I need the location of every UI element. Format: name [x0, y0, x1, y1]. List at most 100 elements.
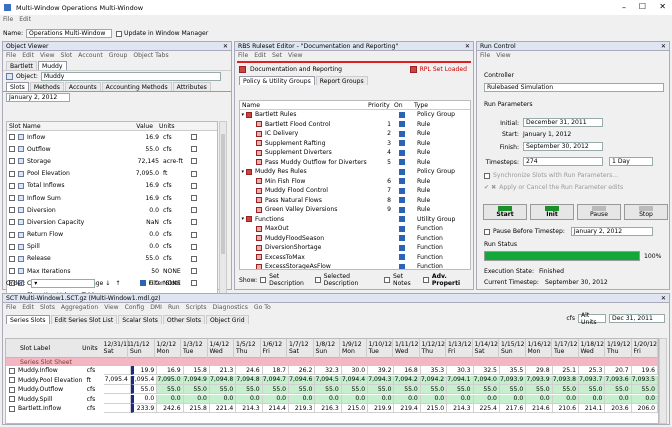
tab-methods[interactable]: Methods	[29, 82, 64, 91]
start-button[interactable]: Start	[483, 204, 527, 220]
series-cell[interactable]: 55.0	[341, 385, 369, 395]
rule-on-checkbox[interactable]	[399, 206, 405, 213]
series-cell[interactable]: 55.0	[236, 385, 263, 395]
series-cell[interactable]: 0.0	[315, 394, 342, 404]
series-cell[interactable]: 206.0	[631, 404, 658, 414]
menu-file[interactable]: File	[3, 16, 13, 23]
timesteps-input[interactable]: 274	[523, 157, 603, 166]
series-cell[interactable]: 7,094.0	[473, 375, 500, 385]
tab-report-groups[interactable]: Report Groups	[315, 76, 368, 85]
slot-row-checkbox[interactable]	[9, 170, 15, 177]
rule-on-checkbox[interactable]	[399, 159, 405, 166]
date-header[interactable]: 1/6/12 Fri	[261, 339, 287, 358]
sct-menu-file[interactable]: File	[6, 304, 16, 311]
tab-accounts[interactable]: Accounts	[64, 82, 101, 91]
rule-on-checkbox[interactable]	[399, 197, 405, 204]
slot-row[interactable]: Inflow Sum 16.9 cfs	[7, 192, 217, 204]
rule-row[interactable]: ExcessStorageAsFlow Function	[240, 262, 470, 269]
date-header[interactable]: 1/1/12 Sun	[128, 339, 155, 358]
series-cell[interactable]: 55.0	[209, 385, 237, 395]
rule-row[interactable]: Green Valley Diversions 9 Rule	[240, 205, 470, 215]
series-cell[interactable]: 7,093.9	[499, 375, 527, 385]
expand-icon[interactable]: ▾	[240, 169, 244, 175]
rule-on-checkbox[interactable]	[399, 130, 405, 137]
series-slot-label[interactable]: Muddy.Pool Elevation	[18, 377, 85, 384]
series-cell[interactable]: 0.0	[473, 394, 500, 404]
rule-on-checkbox[interactable]	[399, 149, 405, 156]
series-cell[interactable]: 7,094.2	[420, 375, 448, 385]
series-cell[interactable]: 20.7	[605, 366, 632, 376]
series-cell[interactable]: 7,094.4	[341, 375, 369, 385]
slot-row-checkbox[interactable]	[9, 134, 15, 141]
series-cell[interactable]: 18.7	[262, 366, 290, 376]
date-header[interactable]: 1/20/12 Fri	[632, 339, 658, 358]
slot-scrollbar[interactable]	[219, 121, 227, 301]
series-slot-label[interactable]: Muddy.Inflow	[18, 367, 85, 374]
series-cell[interactable]: 0.0	[394, 394, 421, 404]
series-cell[interactable]: 55.0	[552, 385, 579, 395]
slot-row-checkbox[interactable]	[9, 231, 15, 238]
minimize-button[interactable]: –	[622, 3, 626, 12]
sct-menu-aggregation[interactable]: Aggregation	[61, 304, 98, 311]
slot-flag-icon[interactable]	[191, 182, 197, 189]
controller-select[interactable]: Rulebased Simulation	[484, 83, 664, 92]
series-cell[interactable]: 219.9	[368, 404, 395, 414]
series-cell[interactable]: 55.0	[473, 385, 500, 395]
series-cell[interactable]: 30.0	[341, 366, 369, 376]
slot-row-checkbox[interactable]	[9, 158, 15, 165]
maximize-button[interactable]: ☐	[639, 2, 646, 11]
date-header[interactable]: 1/3/12 Tue	[181, 339, 208, 358]
panel-close-icon[interactable]: ✕	[661, 43, 666, 50]
series-cell[interactable]: 242.6	[157, 404, 184, 414]
slot-flag-icon[interactable]	[191, 268, 197, 275]
series-cell[interactable]: 24.6	[236, 366, 263, 376]
series-cell[interactable]: 0.0	[605, 394, 632, 404]
show-adv-properties-checkbox[interactable]	[422, 277, 429, 283]
series-cell[interactable]: 233.9	[130, 404, 158, 414]
rule-on-checkbox[interactable]	[399, 121, 405, 128]
date-header[interactable]: 1/7/12 Sat	[287, 339, 314, 358]
series-cell[interactable]: 0.0	[368, 394, 395, 404]
series-cell[interactable]: 7,093.9	[526, 375, 553, 385]
rule-row[interactable]: ExcessToMax Function	[240, 253, 470, 263]
rule-row[interactable]: Min Fish Flow 6 Rule	[240, 177, 470, 187]
apply-icon[interactable]: ✔	[484, 184, 489, 191]
series-row-checkbox[interactable]	[9, 367, 15, 374]
slot-row[interactable]: Max Iterations 50 NONE	[7, 265, 217, 277]
menu-edit[interactable]: Edit	[19, 16, 31, 23]
slot-flag-icon[interactable]	[191, 219, 197, 226]
series-cell[interactable]: 7,095.0	[157, 375, 184, 385]
series-cell[interactable]: 26.2	[289, 366, 316, 376]
initial-input[interactable]: December 31, 2011	[523, 118, 603, 127]
date-header[interactable]: 1/4/12 Wed	[208, 339, 234, 358]
slot-row[interactable]: Diversion Capacity NaN cfs	[7, 216, 217, 228]
series-cell[interactable]: 7,094.1	[447, 375, 474, 385]
series-cell[interactable]: 0.0	[183, 394, 210, 404]
date-header[interactable]: 1/19/12 Thu	[605, 339, 632, 358]
panel-close-icon[interactable]: ✕	[661, 295, 666, 302]
series-cell[interactable]: 7,093.6	[605, 375, 632, 385]
series-cell[interactable]: 215.0	[420, 404, 448, 414]
rule-row[interactable]: Pass Muddy Outflow for Diverters 5 Rule	[240, 158, 470, 168]
show-set-description-checkbox[interactable]	[260, 277, 267, 283]
slot-flag-icon[interactable]	[191, 207, 197, 214]
grid-scrollbar[interactable]	[659, 338, 667, 424]
series-cell[interactable]: 7,095.4	[130, 375, 158, 385]
rule-on-checkbox[interactable]	[399, 168, 405, 175]
rule-row[interactable]: Supplement Diverters 4 Rule	[240, 148, 470, 158]
tab-scalar-slots[interactable]: Scalar Slots	[118, 315, 162, 324]
series-cell[interactable]: 19.6	[631, 366, 658, 376]
sct-menu-diagnostics[interactable]: Diagnostics	[213, 304, 248, 311]
arrow-down-icon[interactable]: ↓	[105, 280, 110, 287]
tab-policy-groups[interactable]: Policy & Utility Groups	[239, 76, 315, 85]
series-cell[interactable]: 55.0	[394, 385, 421, 395]
slot-row[interactable]: Diversion 0.0 cfs	[7, 204, 217, 216]
series-cell[interactable]: 7,094.7	[262, 375, 290, 385]
update-checkbox[interactable]	[116, 30, 123, 37]
rule-row[interactable]: MaxOut Function	[240, 224, 470, 234]
slot-row-checkbox[interactable]	[9, 146, 15, 153]
name-input[interactable]: Operations Multi-Window	[26, 29, 113, 38]
slot-row[interactable]: Total Inflows 16.9 cfs	[7, 180, 217, 192]
ov-menu-slot[interactable]: Slot	[60, 52, 72, 59]
slot-row[interactable]: Return Flow 0.0 cfs	[7, 229, 217, 241]
